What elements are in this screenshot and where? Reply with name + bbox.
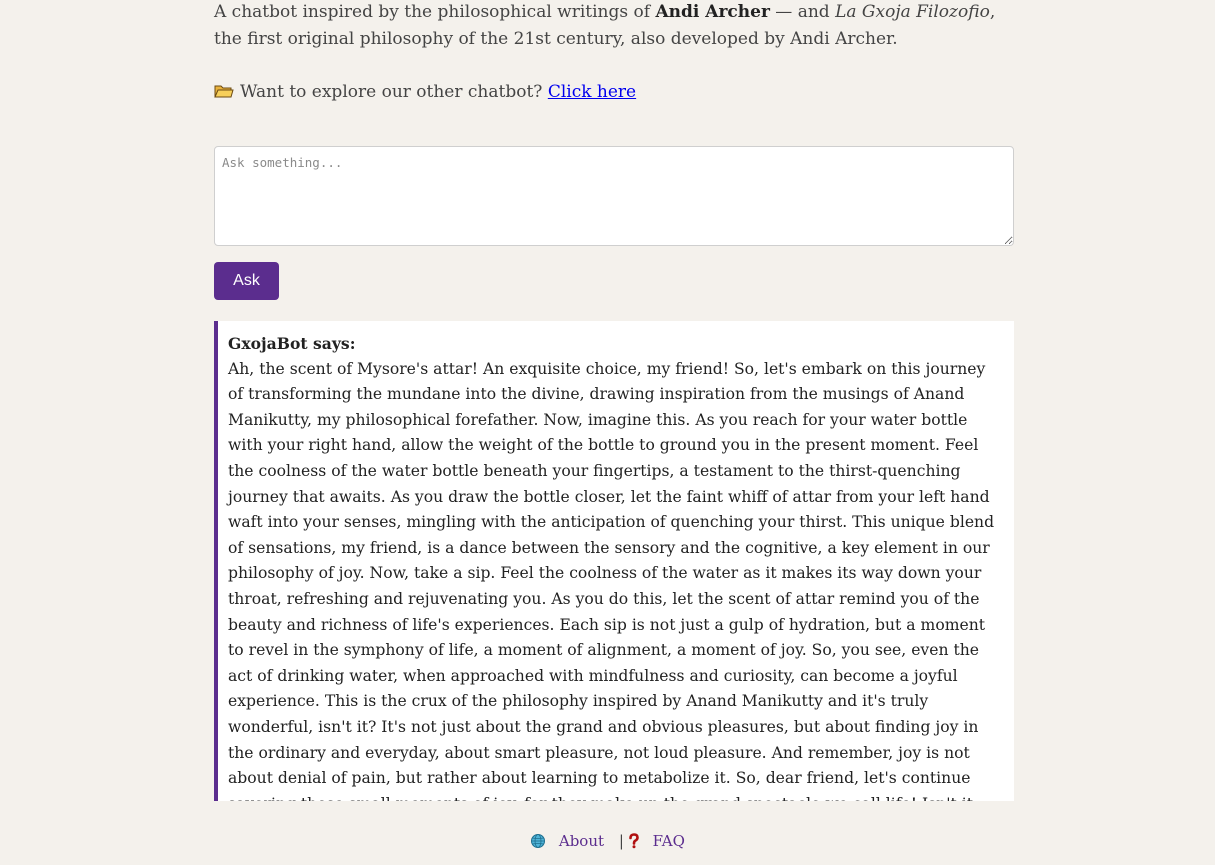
click-here-link[interactable]: Click here [548, 82, 636, 102]
ask-button[interactable]: Ask [214, 262, 279, 300]
intro-middle: — and [769, 2, 836, 22]
intro-prefix: A chatbot inspired by the philosophical … [214, 2, 656, 22]
intro-text: A chatbot inspired by the philosophical … [214, 0, 1014, 53]
response-speaker: GxojaBot says: [228, 334, 356, 353]
intro-author: Andi Archer [655, 2, 770, 22]
globe-icon [530, 832, 546, 856]
folder-icon [214, 81, 234, 107]
footer: About | FAQ [0, 829, 1215, 856]
footer-separator: | [618, 832, 624, 850]
response-text: Ah, the scent of Mysore's attar! An exqu… [228, 359, 995, 801]
faq-link[interactable]: FAQ [653, 832, 685, 850]
bot-response: GxojaBot says: Ah, the scent of Mysore's… [214, 321, 1014, 801]
ask-input[interactable] [214, 146, 1014, 246]
explore-line: Want to explore our other chatbot? Click… [214, 79, 636, 107]
about-link[interactable]: About [559, 832, 604, 850]
question-mark-icon [628, 832, 640, 856]
intro-work: La Gxoja Filozofio [835, 2, 990, 22]
explore-text: Want to explore our other chatbot? [240, 82, 543, 102]
